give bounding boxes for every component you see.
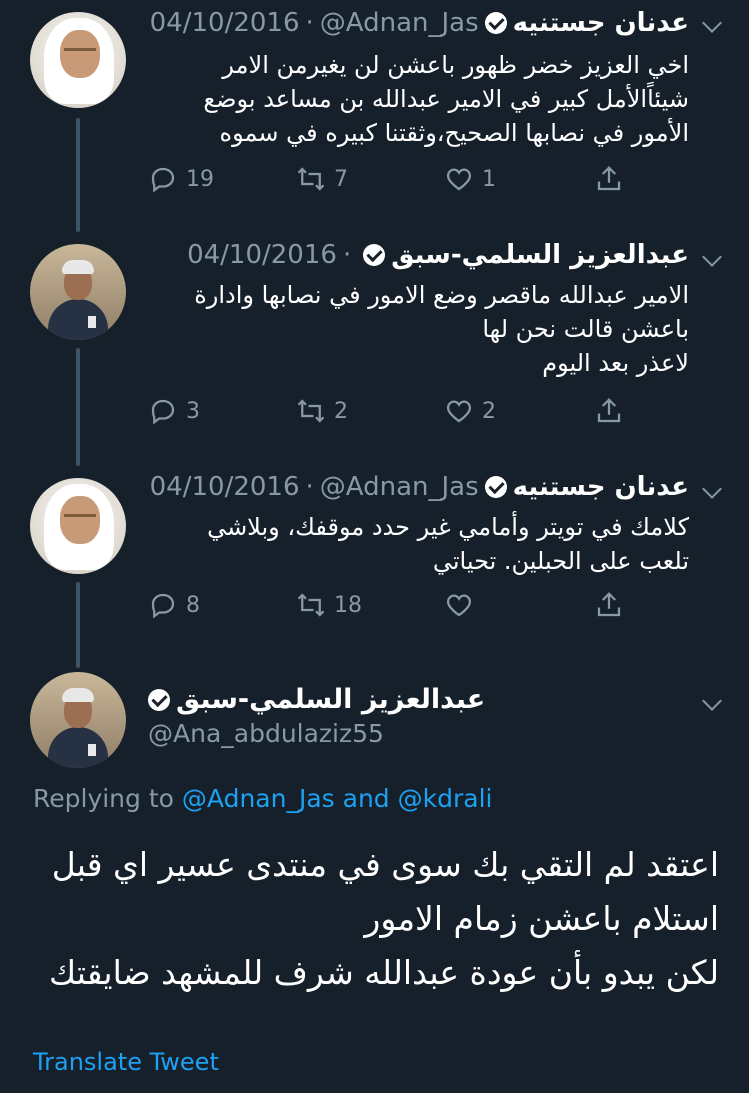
reply-count: 3 [186, 398, 200, 424]
tweet-actions: 3 2 2 [148, 396, 668, 436]
tweet-date[interactable]: 04/10/2016 [150, 472, 300, 502]
chevron-down-icon[interactable] [702, 479, 722, 499]
like-button[interactable]: 1 [444, 164, 496, 194]
avatar[interactable] [30, 12, 126, 108]
tweet-date[interactable]: 04/10/2016 [187, 240, 337, 270]
chevron-down-icon[interactable] [702, 691, 722, 711]
avatar[interactable] [30, 244, 126, 340]
avatar[interactable] [30, 478, 126, 574]
author-handle[interactable]: @Adnan_Jas [320, 8, 479, 38]
translate-tweet-link[interactable]: Translate Tweet [33, 1048, 219, 1076]
tweet-header: عدنان جستنيه @Adnan_Jas · 04/10/2016 [150, 8, 689, 38]
chevron-down-icon[interactable] [702, 247, 722, 267]
reply-count: 19 [186, 166, 214, 192]
separator: · [305, 472, 314, 502]
avatar[interactable] [30, 672, 126, 768]
share-icon [597, 166, 621, 191]
retweet-count: 7 [334, 166, 348, 192]
author-handle[interactable]: @Adnan_Jas [320, 472, 479, 502]
tweet-header: عبدالعزيز السلمي-سبق · 04/10/2016 [187, 240, 689, 270]
reply-button[interactable]: 8 [148, 590, 200, 620]
like-icon [446, 594, 472, 617]
tweet-header: عدنان جستنيه @Adnan_Jas · 04/10/2016 [150, 472, 689, 502]
chevron-down-icon[interactable] [702, 13, 722, 33]
share-icon [597, 592, 621, 617]
tweet-text: كلامك في تويتر وأمامي غير حدد موقفك، وبل… [207, 513, 689, 575]
tweet-actions: 8 18 [148, 590, 668, 630]
retweet-button[interactable]: 18 [296, 590, 362, 620]
reply-button[interactable]: 3 [148, 396, 200, 426]
tweet-text: اخي العزيز خضر ظهور باعشن لن يغيرمن الام… [203, 51, 689, 147]
replying-to: Replying to @Adnan_Jas and @kdrali [33, 784, 493, 813]
thread-connector-line [76, 348, 80, 466]
retweet-count: 18 [334, 592, 362, 618]
tweet-actions: 19 7 1 [148, 164, 668, 204]
mention-link[interactable]: @kdrali [398, 784, 493, 813]
like-count: 2 [482, 398, 496, 424]
retweet-button[interactable]: 2 [296, 396, 348, 426]
verified-badge-icon [363, 244, 386, 266]
reply-count: 8 [186, 592, 200, 618]
separator: · [342, 240, 352, 270]
tweet-text: الامير عبدالله ماقصر وضع الامور في نصابه… [194, 281, 689, 377]
author-name[interactable]: عبدالعزيز السلمي-سبق [391, 240, 689, 270]
replying-and[interactable]: and [343, 784, 390, 813]
share-button[interactable] [594, 590, 624, 620]
reply-icon [151, 167, 175, 193]
reply-button[interactable]: 19 [148, 164, 214, 194]
verified-badge-icon [484, 12, 507, 34]
verified-badge-icon [484, 476, 507, 498]
retweet-count: 2 [334, 398, 348, 424]
tweet-date[interactable]: 04/10/2016 [150, 8, 300, 38]
share-button[interactable] [594, 164, 624, 194]
retweet-icon [297, 399, 325, 423]
retweet-button[interactable]: 7 [296, 164, 348, 194]
reply-icon [151, 593, 175, 619]
like-button[interactable] [444, 590, 482, 620]
like-count: 1 [482, 166, 496, 192]
share-button[interactable] [594, 396, 624, 426]
author-name[interactable]: عدنان جستنيه [513, 8, 689, 38]
author-handle[interactable]: @Ana_abdulaziz55 [148, 719, 485, 748]
mention-link[interactable]: @Adnan_Jas [182, 784, 335, 813]
author-name[interactable]: عبدالعزيز السلمي-سبق [176, 684, 485, 715]
like-icon [446, 168, 472, 191]
retweet-icon [297, 593, 325, 617]
thread-connector-line [76, 582, 80, 668]
reply-icon [151, 399, 175, 425]
author-name[interactable]: عدنان جستنيه [513, 472, 689, 502]
share-icon [597, 398, 621, 423]
like-icon [446, 400, 472, 423]
verified-badge-icon [148, 688, 170, 711]
separator: · [305, 8, 314, 38]
thread-connector-line [76, 118, 80, 232]
retweet-icon [297, 167, 325, 191]
main-tweet-text: اعتقد لم التقي بك سوى في منتدى عسير اي ق… [48, 845, 719, 992]
main-tweet-header: عبدالعزيز السلمي-سبق @Ana_abdulaziz55 [148, 684, 485, 748]
like-button[interactable]: 2 [444, 396, 496, 426]
